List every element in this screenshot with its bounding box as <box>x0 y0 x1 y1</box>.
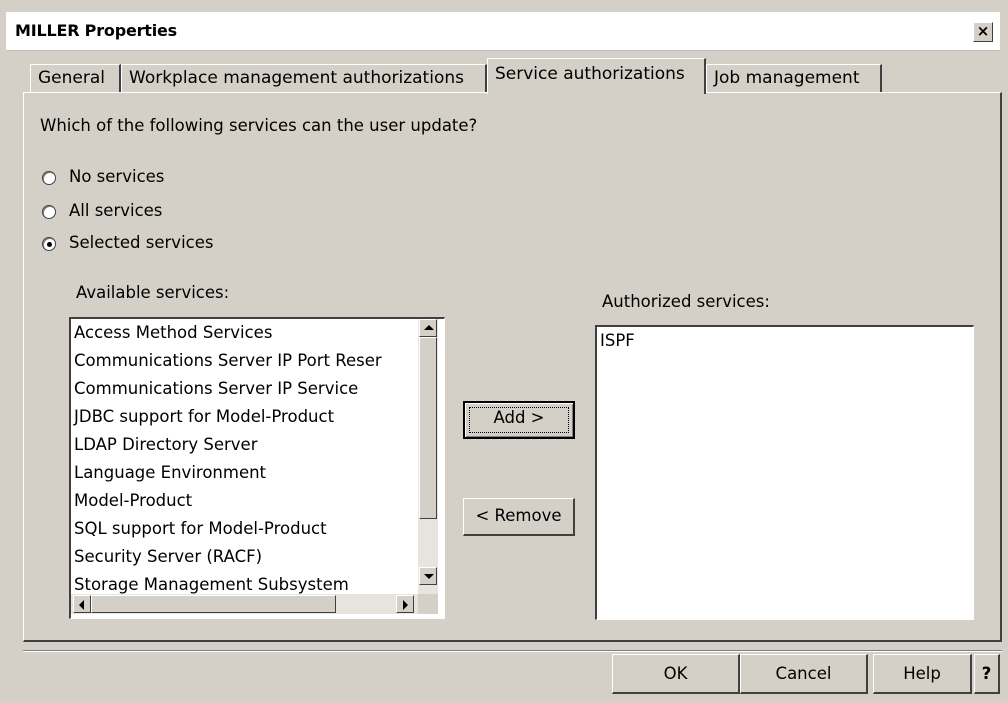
tab-label: Job management <box>714 68 860 88</box>
scroll-up-button[interactable] <box>419 319 437 337</box>
tab-service-authorizations[interactable]: Service authorizations <box>487 58 706 94</box>
tab-label: Workplace management authorizations <box>129 68 464 88</box>
radio-button[interactable] <box>42 205 56 219</box>
authorized-services-list[interactable]: ISPF <box>595 325 974 620</box>
radio-button[interactable] <box>42 237 56 251</box>
scroll-right-arrow-icon <box>403 600 408 610</box>
list-item[interactable]: Model-Product <box>74 491 192 511</box>
list-item[interactable]: ISPF <box>600 331 635 351</box>
close-icon: × <box>976 22 990 40</box>
horizontal-scrollbar[interactable] <box>71 594 418 614</box>
question-label: Which of the following services can the … <box>40 116 478 135</box>
scroll-left-arrow-icon <box>79 600 84 610</box>
title-bar: MILLER Properties × <box>6 12 1000 51</box>
list-item[interactable]: LDAP Directory Server <box>74 435 258 455</box>
available-services-label: Available services: <box>76 283 230 302</box>
properties-dialog: MILLER Properties × General Workplace ma… <box>0 0 1008 703</box>
separator <box>23 650 1002 652</box>
scroll-left-button[interactable] <box>73 595 91 613</box>
list-item[interactable]: JDBC support for Model-Product <box>74 407 334 427</box>
vertical-scroll-thumb[interactable] <box>419 337 437 519</box>
help-button[interactable]: Help <box>873 654 972 694</box>
service-authorizations-panel: Which of the following services can the … <box>23 92 1002 642</box>
radio-button[interactable] <box>42 171 56 185</box>
scroll-down-arrow-icon <box>424 574 434 579</box>
horizontal-scroll-thumb[interactable] <box>91 595 336 613</box>
radio-selected-dot <box>46 241 52 247</box>
help-button-label: Help <box>903 664 941 683</box>
scroll-down-button[interactable] <box>419 567 437 585</box>
scrollbar-corner <box>418 594 438 614</box>
authorized-services-label: Authorized services: <box>602 292 770 311</box>
tab-label: Service authorizations <box>495 64 685 84</box>
add-button[interactable]: Add > <box>463 401 575 439</box>
context-help-button[interactable]: ? <box>974 654 1000 694</box>
list-item[interactable]: Access Method Services <box>74 323 272 343</box>
ok-button-label: OK <box>663 664 688 683</box>
tab-general[interactable]: General <box>30 64 121 92</box>
radio-label: No services <box>69 167 165 186</box>
vertical-scrollbar[interactable] <box>418 319 438 594</box>
cancel-button-label: Cancel <box>775 664 832 683</box>
remove-button[interactable]: < Remove <box>463 498 575 536</box>
tab-job-management[interactable]: Job management <box>706 64 882 92</box>
cancel-button[interactable]: Cancel <box>740 654 868 694</box>
focus-rectangle <box>469 407 569 433</box>
context-help-label: ? <box>981 664 992 683</box>
scroll-right-button[interactable] <box>396 595 414 613</box>
available-services-list[interactable]: Access Method Services Communications Se… <box>69 317 445 619</box>
window-title: MILLER Properties <box>15 21 177 40</box>
radio-label: All services <box>69 201 163 220</box>
close-button[interactable]: × <box>973 22 993 42</box>
tab-workplace-management-authorizations[interactable]: Workplace management authorizations <box>121 64 487 92</box>
tab-label: General <box>38 68 105 88</box>
scroll-up-arrow-icon <box>424 325 434 330</box>
list-item[interactable]: Communications Server IP Port Reser <box>74 351 382 371</box>
list-item[interactable]: Language Environment <box>74 463 266 483</box>
list-item[interactable]: SQL support for Model-Product <box>74 519 327 539</box>
remove-button-label: < Remove <box>475 506 562 525</box>
list-item[interactable]: Security Server (RACF) <box>74 547 262 567</box>
list-item[interactable]: Communications Server IP Service <box>74 379 358 399</box>
ok-button[interactable]: OK <box>612 654 740 694</box>
list-item[interactable]: Storage Management Subsystem <box>74 575 349 595</box>
radio-label: Selected services <box>69 233 214 252</box>
